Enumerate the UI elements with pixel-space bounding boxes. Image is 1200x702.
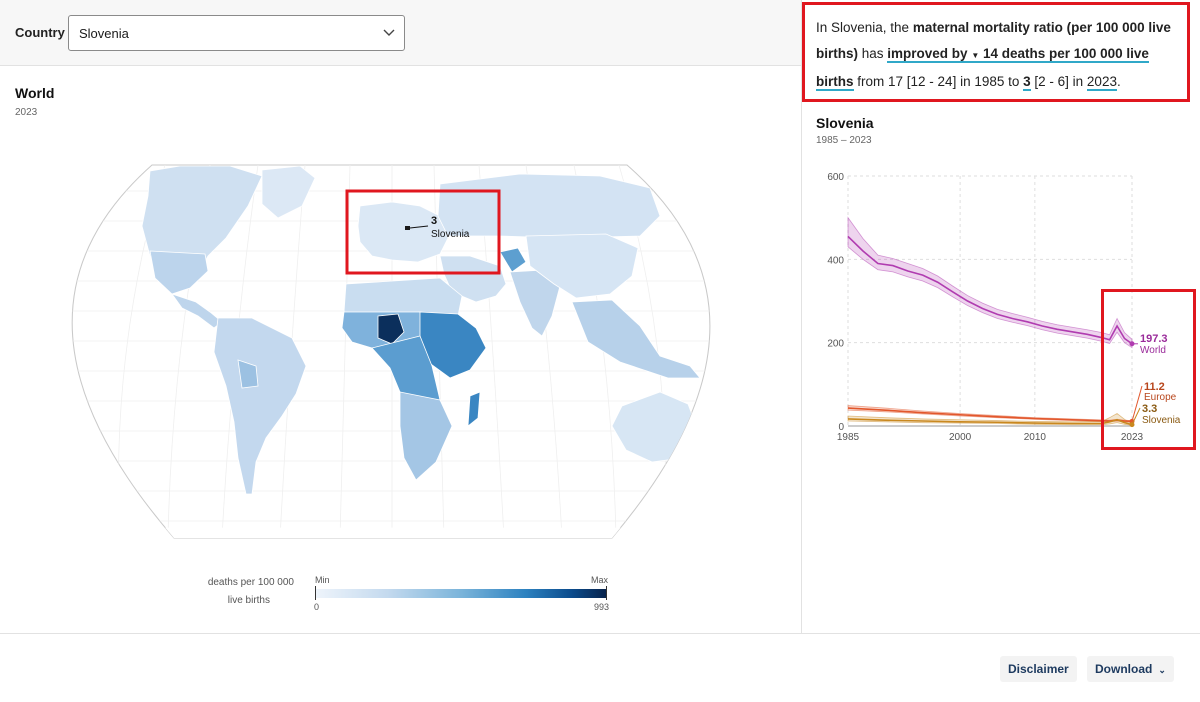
country-select[interactable]: Slovenia <box>68 15 405 51</box>
legend-color-scale <box>316 589 607 598</box>
disclaimer-button[interactable]: Disclaimer <box>1000 656 1077 682</box>
chart-range: 1985 – 2023 <box>816 135 872 146</box>
y-tick-label: 600 <box>827 172 844 183</box>
slovenia-name-label: Slovenia <box>431 229 470 240</box>
chevron-down-icon <box>383 29 395 36</box>
legend-unit-line-1: deaths per 100 000 <box>207 577 294 588</box>
legend-min-label: Min <box>315 575 330 585</box>
country-filter-bar: Country Slovenia <box>0 0 801 66</box>
map-panel: 3 Slovenia World 2023 deaths per 100 000… <box>0 66 801 633</box>
legend-max-label: Max <box>591 575 609 585</box>
map-year: 2023 <box>15 107 38 118</box>
country-select-value: Slovenia <box>79 26 129 41</box>
map-region-new-zealand <box>714 446 726 476</box>
world-map[interactable]: 3 Slovenia <box>0 66 801 633</box>
y-tick-label: 400 <box>827 255 844 266</box>
legend-unit-line-2: live births <box>227 595 270 606</box>
x-tick-label: 2010 <box>1024 432 1047 443</box>
download-button[interactable]: Download ⌄ <box>1087 656 1174 682</box>
footer: Disclaimer Download ⌄ <box>0 633 1200 702</box>
x-tick-label: 2000 <box>949 432 972 443</box>
chart-confidence-bands <box>847 216 1133 426</box>
legend-max-value: 993 <box>594 602 610 612</box>
country-label: Country <box>15 25 65 40</box>
chevron-down-icon: ⌄ <box>1158 665 1166 675</box>
summary-highlight-box <box>802 2 1190 102</box>
chart-grid <box>847 175 1133 427</box>
slovenia-marker <box>405 226 410 230</box>
legend-min-value: 0 <box>314 602 320 612</box>
x-tick-label: 1985 <box>837 432 860 443</box>
map-title: World <box>15 85 55 101</box>
chart-end-highlight-box <box>1101 289 1196 450</box>
map-region-russia <box>437 173 661 239</box>
disclaimer-label: Disclaimer <box>1008 662 1069 676</box>
slovenia-value-label: 3 <box>431 215 437 227</box>
map-region-ice <box>72 527 710 538</box>
chart-title: Slovenia <box>816 115 874 131</box>
confidence-band-world <box>847 216 1133 349</box>
y-tick-label: 200 <box>827 339 844 350</box>
download-label: Download <box>1095 662 1153 676</box>
series-line-world <box>847 235 1133 345</box>
legend-tick-min <box>315 586 316 600</box>
legend-tick-max <box>606 586 607 600</box>
